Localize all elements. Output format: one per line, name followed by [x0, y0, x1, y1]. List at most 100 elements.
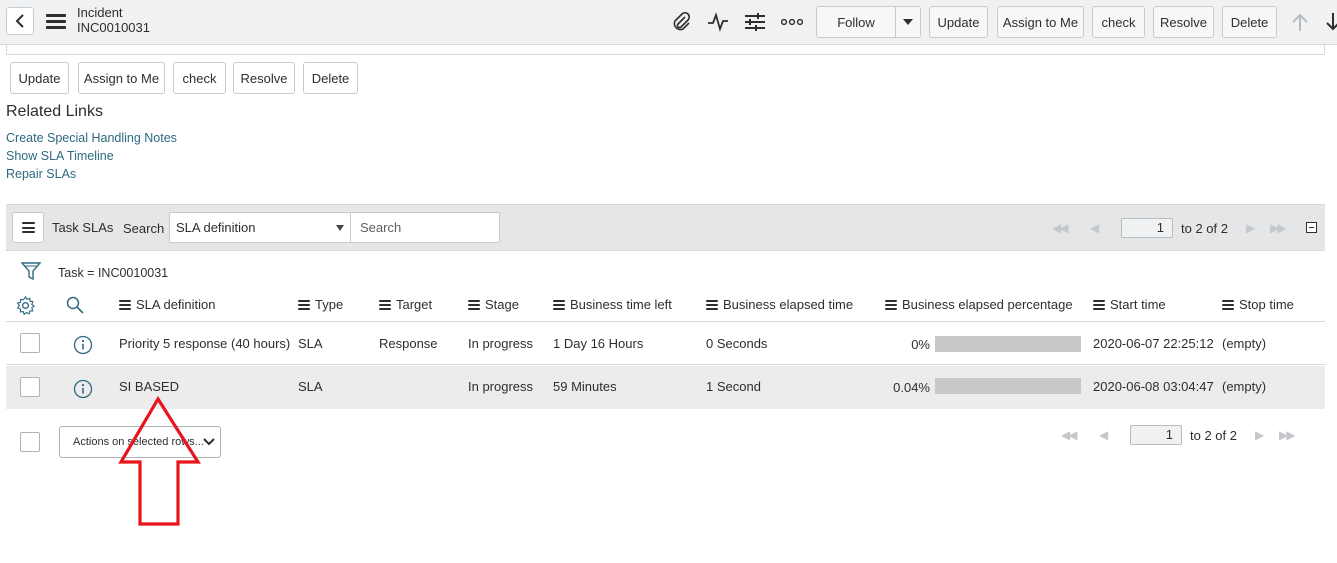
pulse-icon[interactable]	[707, 11, 729, 33]
column-header-type[interactable]: Type	[298, 297, 343, 312]
follow-button[interactable]: Follow	[816, 6, 921, 38]
column-label: Business time left	[570, 297, 672, 312]
back-button[interactable]	[6, 7, 34, 35]
select-all-checkbox[interactable]	[20, 432, 40, 452]
task-slas-list-header: Task SLAs Search SLA definition ◀◀ ◀ 1 t…	[6, 204, 1325, 251]
form-header: Incident INC0010031 Follow Update Assign…	[0, 0, 1337, 45]
list-menu-button[interactable]	[12, 212, 44, 243]
header-update-button[interactable]: Update	[929, 6, 988, 38]
funnel-icon[interactable]	[21, 261, 41, 281]
filter-breadcrumb[interactable]: Task = INC0010031	[58, 266, 168, 280]
previous-page-icon[interactable]: ◀	[1099, 428, 1108, 442]
form-title: Incident	[77, 5, 123, 20]
column-label: Type	[315, 297, 344, 312]
first-page-icon[interactable]: ◀◀	[1061, 428, 1078, 442]
first-page-icon[interactable]: ◀◀	[1052, 221, 1069, 235]
show-sla-timeline-link[interactable]: Show SLA Timeline	[6, 149, 114, 163]
info-icon[interactable]	[73, 335, 93, 355]
cell-sla-definition[interactable]: Priority 5 response (40 hours)	[119, 336, 290, 351]
column-header-stop-time[interactable]: Stop time	[1222, 297, 1294, 312]
last-page-icon[interactable]: ▶▶	[1279, 428, 1296, 442]
cell-stop-time: (empty)	[1222, 379, 1267, 394]
resolve-button[interactable]: Resolve	[233, 62, 295, 94]
table-row[interactable]: Priority 5 response (40 hours) SLA Respo…	[6, 321, 1325, 365]
next-page-icon[interactable]: ▶	[1255, 428, 1264, 442]
page-range: to 2 of 2	[1181, 221, 1228, 236]
follow-dropdown[interactable]	[896, 7, 920, 37]
column-menu-icon	[1222, 299, 1234, 310]
list-search-input[interactable]	[350, 212, 500, 243]
form-section-border	[6, 45, 1325, 55]
cell-start-time: 2020-06-07 22:25:12	[1093, 336, 1214, 351]
column-menu-icon	[553, 299, 565, 310]
column-header-start-time[interactable]: Start time	[1093, 297, 1166, 312]
previous-page-icon[interactable]: ◀	[1090, 221, 1099, 235]
gear-icon[interactable]	[16, 296, 35, 315]
caret-down-icon	[903, 19, 913, 25]
annotation-arrow-up-icon	[118, 396, 201, 526]
elapsed-progress-bar	[935, 336, 1081, 352]
column-header-business-time-left[interactable]: Business time left	[553, 297, 672, 312]
assign-to-me-button[interactable]: Assign to Me	[78, 62, 165, 94]
cell-sla-definition[interactable]: SI BASED	[119, 379, 179, 394]
cell-business-elapsed-time: 0 Seconds	[706, 336, 768, 351]
column-menu-icon	[468, 299, 480, 310]
cell-business-time-left: 59 Minutes	[553, 379, 617, 394]
search-field-select[interactable]: SLA definition	[169, 212, 351, 243]
page-number-input[interactable]: 1	[1121, 218, 1173, 238]
column-label: Stage	[485, 297, 519, 312]
row-checkbox[interactable]	[20, 377, 40, 397]
column-menu-icon	[298, 299, 310, 310]
chevron-left-icon	[15, 14, 24, 28]
elapsed-progress-bar	[935, 378, 1081, 394]
header-resolve-button[interactable]: Resolve	[1153, 6, 1214, 38]
delete-button[interactable]: Delete	[303, 62, 358, 94]
column-menu-icon	[1093, 299, 1105, 310]
list-title: Task SLAs	[52, 220, 114, 235]
column-label: Target	[396, 297, 433, 312]
cell-type: SLA	[298, 336, 323, 351]
row-checkbox[interactable]	[20, 333, 40, 353]
arrow-up-icon[interactable]	[1289, 11, 1311, 33]
paperclip-icon[interactable]	[670, 11, 692, 33]
column-label: Start time	[1110, 297, 1166, 312]
create-special-handling-notes-link[interactable]: Create Special Handling Notes	[6, 131, 177, 145]
column-header-target[interactable]: Target	[379, 297, 432, 312]
more-dots-icon[interactable]	[781, 11, 803, 33]
collapse-list-icon[interactable]	[1306, 222, 1317, 233]
chevron-down-icon	[203, 438, 215, 446]
menu-icon[interactable]	[46, 14, 66, 29]
column-header-business-elapsed-time[interactable]: Business elapsed time	[706, 297, 853, 312]
table-row[interactable]: SI BASED SLA In progress 59 Minutes 1 Se…	[6, 366, 1325, 409]
cell-stop-time: (empty)	[1222, 336, 1267, 351]
next-page-icon[interactable]: ▶	[1246, 221, 1255, 235]
arrow-down-icon[interactable]	[1322, 11, 1337, 33]
cell-target: Response	[379, 336, 438, 351]
column-header-sla-definition[interactable]: SLA definition	[119, 297, 216, 312]
search-icon[interactable]	[66, 296, 84, 314]
column-menu-icon	[379, 299, 391, 310]
caret-down-icon	[336, 225, 344, 231]
cell-business-elapsed-time: 1 Second	[706, 379, 761, 394]
update-button[interactable]: Update	[10, 62, 69, 94]
footer-page-number-input[interactable]: 1	[1130, 425, 1182, 445]
info-icon[interactable]	[73, 379, 93, 399]
cell-business-time-left: 1 Day 16 Hours	[553, 336, 644, 351]
cell-stage: In progress	[468, 379, 534, 394]
repair-slas-link[interactable]: Repair SLAs	[6, 167, 76, 181]
column-label: Business elapsed time	[723, 297, 854, 312]
cell-stage: In progress	[468, 336, 534, 351]
last-page-icon[interactable]: ▶▶	[1270, 221, 1287, 235]
cell-business-elapsed-percentage: 0.04%	[893, 380, 930, 395]
form-number: INC0010031	[77, 20, 150, 35]
header-check-button[interactable]: check	[1092, 6, 1145, 38]
sliders-icon[interactable]	[744, 11, 766, 33]
column-header-stage[interactable]: Stage	[468, 297, 519, 312]
column-header-business-elapsed-percentage[interactable]: Business elapsed percentage	[885, 297, 1073, 312]
check-button[interactable]: check	[173, 62, 226, 94]
column-menu-icon	[119, 299, 131, 310]
column-menu-icon	[706, 299, 718, 310]
header-assign-to-me-button[interactable]: Assign to Me	[997, 6, 1084, 38]
header-delete-button[interactable]: Delete	[1222, 6, 1277, 38]
column-label: Business elapsed percentage	[902, 297, 1073, 312]
